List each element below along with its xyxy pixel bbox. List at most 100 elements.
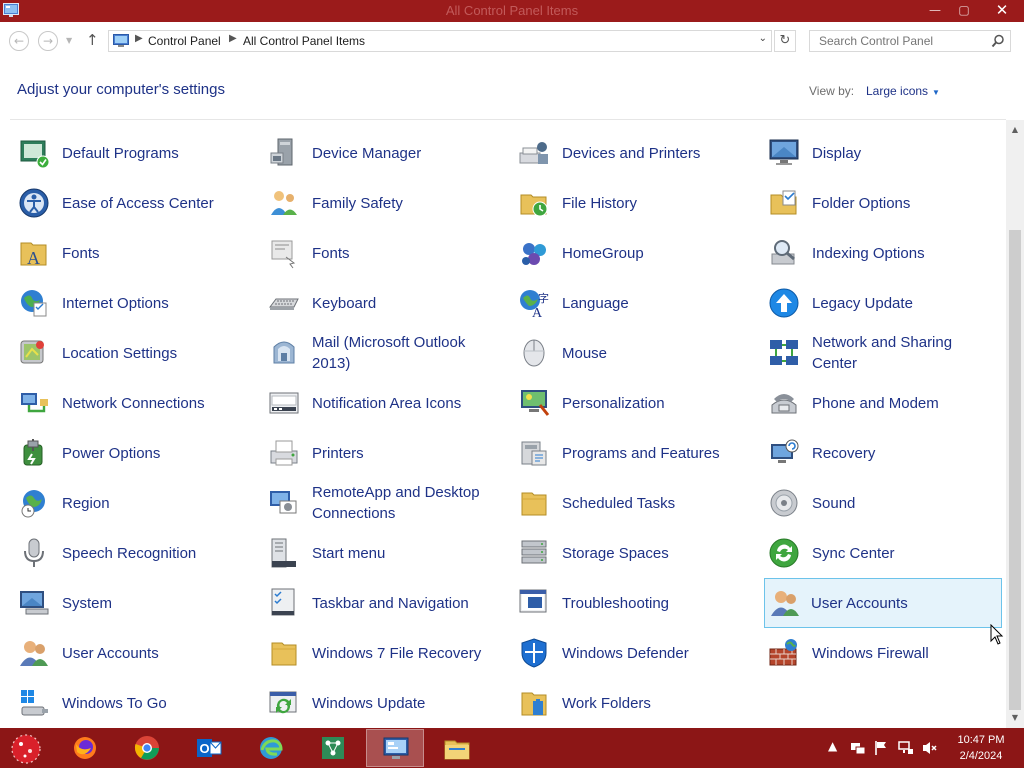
item-label[interactable]: HomeGroup xyxy=(562,228,740,278)
taskbar-app[interactable] xyxy=(428,729,486,767)
control-panel-item[interactable]: File History xyxy=(500,178,738,228)
control-panel-item[interactable]: Keyboard xyxy=(250,278,488,328)
taskbar-navigation-icon[interactable] xyxy=(268,587,300,619)
control-panel-item[interactable]: A 字 Language xyxy=(500,278,738,328)
homegroup-icon[interactable] xyxy=(518,237,550,269)
address-bar[interactable]: ▶ Control Panel ▶ All Control Panel Item… xyxy=(108,30,772,52)
item-label[interactable]: Windows 7 File Recovery xyxy=(312,628,490,678)
control-panel-item[interactable]: Ease of Access Center xyxy=(0,178,238,228)
printers-icon[interactable] xyxy=(268,437,300,469)
internet-options-icon[interactable] xyxy=(18,287,50,319)
item-label[interactable]: Keyboard xyxy=(312,278,490,328)
item-label[interactable]: Windows To Go xyxy=(62,678,240,728)
control-panel-item[interactable]: Power Options xyxy=(0,428,238,478)
taskbar-app[interactable]: O xyxy=(180,729,238,767)
control-panel-item[interactable]: Internet Options xyxy=(0,278,238,328)
item-label[interactable]: Device Manager xyxy=(312,128,490,178)
breadcrumb-control-panel[interactable]: Control Panel xyxy=(148,34,221,48)
vertical-scrollbar[interactable]: ▲ ▼ xyxy=(1006,120,1024,728)
region-icon[interactable] xyxy=(18,487,50,519)
item-label[interactable]: Programs and Features xyxy=(562,428,740,478)
address-dropdown-icon[interactable]: ⌄ xyxy=(759,33,767,44)
ease-of-access-icon[interactable] xyxy=(18,187,50,219)
control-panel-item[interactable]: Default Programs xyxy=(0,128,238,178)
language-icon[interactable]: A字 xyxy=(518,287,550,319)
close-button[interactable]: ✕ xyxy=(980,0,1024,20)
start-button[interactable] xyxy=(6,730,46,766)
windows-update-icon[interactable] xyxy=(268,687,300,719)
scroll-down-icon[interactable]: ▼ xyxy=(1006,710,1024,726)
item-label[interactable]: Speech Recognition xyxy=(62,528,240,578)
system-icon[interactable] xyxy=(18,587,50,619)
breadcrumb-separator-icon[interactable]: ▶ xyxy=(229,33,237,44)
fonts-shortcut-icon[interactable] xyxy=(268,237,300,269)
item-label[interactable]: Notification Area Icons xyxy=(312,378,490,428)
item-label[interactable]: Personalization xyxy=(562,378,740,428)
control-panel-item[interactable]: Speech Recognition xyxy=(0,528,238,578)
flag-icon[interactable] xyxy=(874,740,888,756)
control-panel-item[interactable]: System xyxy=(0,578,238,628)
personalization-icon[interactable] xyxy=(518,387,550,419)
taskbar-app[interactable] xyxy=(56,729,114,767)
item-label[interactable]: Windows Defender xyxy=(562,628,740,678)
windows-firewall-icon[interactable] xyxy=(768,637,800,669)
recent-locations-chevron-icon[interactable]: ▼ xyxy=(66,36,72,45)
item-label[interactable]: Legacy Update xyxy=(812,278,990,328)
control-panel-item[interactable]: Troubleshooting xyxy=(500,578,738,628)
control-panel-item[interactable]: Work Folders xyxy=(500,678,738,728)
control-panel-item[interactable]: Windows To Go xyxy=(0,678,238,728)
item-label[interactable]: System xyxy=(62,578,240,628)
item-label[interactable]: Mail (Microsoft Outlook 2013) xyxy=(312,328,490,378)
family-safety-icon[interactable] xyxy=(268,187,300,219)
up-button[interactable]: ↑ xyxy=(86,31,99,49)
refresh-button[interactable]: ↻ xyxy=(774,30,796,52)
outlook-icon[interactable]: O xyxy=(195,734,223,762)
control-panel-item[interactable]: Fonts xyxy=(250,228,488,278)
item-label[interactable]: User Accounts xyxy=(62,628,240,678)
file-recovery-icon[interactable] xyxy=(268,637,300,669)
control-panel-item[interactable]: Windows Firewall xyxy=(750,628,988,678)
control-panel-item[interactable]: Phone and Modem xyxy=(750,378,988,428)
control-panel-item[interactable]: Sound xyxy=(750,478,988,528)
network-connections-icon[interactable] xyxy=(18,387,50,419)
item-label[interactable]: Fonts xyxy=(312,228,490,278)
item-label[interactable]: Taskbar and Navigation xyxy=(312,578,490,628)
speech-recognition-icon[interactable] xyxy=(18,537,50,569)
firefox-icon[interactable] xyxy=(71,734,99,762)
item-label[interactable]: Region xyxy=(62,478,240,528)
windows-to-go-icon[interactable] xyxy=(18,687,50,719)
item-label[interactable]: Work Folders xyxy=(562,678,740,728)
item-label[interactable]: Fonts xyxy=(62,228,240,278)
taskbar-app[interactable] xyxy=(118,729,176,767)
system-clock[interactable]: 10:47 PM 2/4/2024 xyxy=(950,732,1012,764)
item-label[interactable]: Indexing Options xyxy=(812,228,990,278)
control-panel-item[interactable]: Display xyxy=(750,128,988,178)
item-label[interactable]: Windows Update xyxy=(312,678,490,728)
item-label[interactable]: Internet Options xyxy=(62,278,240,328)
taskbar-app[interactable] xyxy=(242,729,300,767)
mouse-icon[interactable] xyxy=(518,337,550,369)
control-panel-item[interactable]: Network Connections xyxy=(0,378,238,428)
control-panel-item[interactable]: Mouse xyxy=(500,328,738,378)
item-label[interactable]: RemoteApp and Desktop Connections xyxy=(312,478,490,528)
item-label[interactable]: Scheduled Tasks xyxy=(562,478,740,528)
sound-icon[interactable] xyxy=(768,487,800,519)
item-label[interactable]: Ease of Access Center xyxy=(62,178,240,228)
control-panel-item[interactable]: Sync Center xyxy=(750,528,988,578)
control-panel-item[interactable]: RemoteApp and Desktop Connections xyxy=(250,478,488,528)
notification-area-icon[interactable] xyxy=(268,387,300,419)
breadcrumb-separator-icon[interactable]: ▶ xyxy=(135,33,143,44)
folder-options-icon[interactable] xyxy=(768,187,800,219)
control-panel-item[interactable]: Folder Options xyxy=(750,178,988,228)
control-panel-icon[interactable] xyxy=(382,735,410,763)
item-label[interactable]: Printers xyxy=(312,428,490,478)
control-panel-item[interactable]: Programs and Features xyxy=(500,428,738,478)
user-accounts-icon[interactable] xyxy=(18,637,50,669)
chrome-icon[interactable] xyxy=(133,734,161,762)
item-label[interactable]: Devices and Printers xyxy=(562,128,740,178)
file-history-icon[interactable] xyxy=(518,187,550,219)
clock-date[interactable]: 2/4/2024 xyxy=(950,748,1012,764)
control-panel-item[interactable]: Region xyxy=(0,478,238,528)
search-box[interactable] xyxy=(809,30,1011,52)
control-panel-item[interactable]: Windows Defender xyxy=(500,628,738,678)
